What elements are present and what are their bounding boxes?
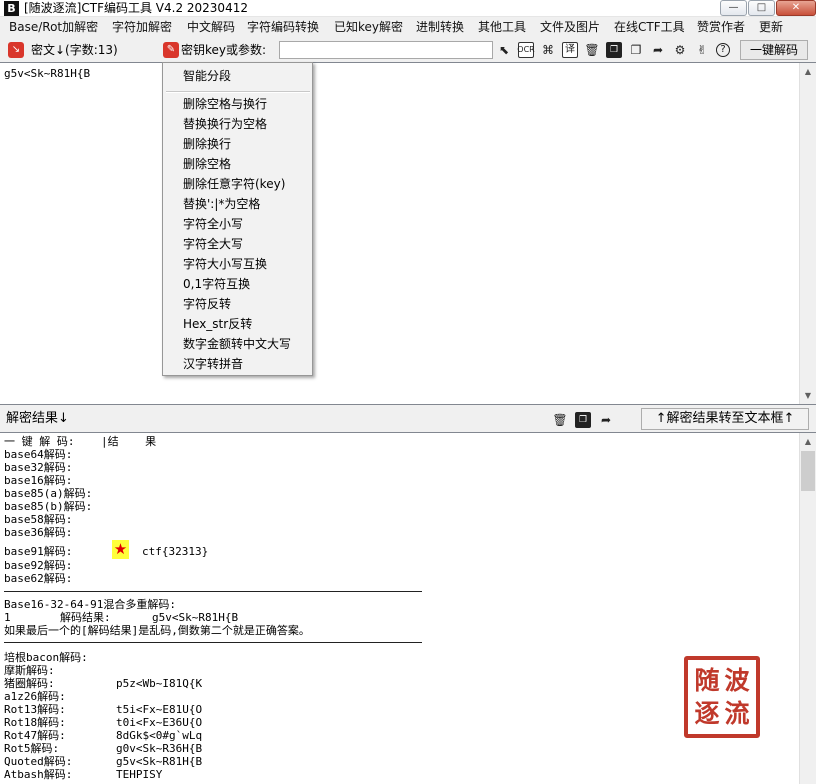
menu-base-rot[interactable]: Base/Rot加解密 — [9, 20, 98, 34]
menu-other-tools[interactable]: 其他工具 — [478, 20, 526, 34]
copy-dark-icon[interactable]: ❐ — [606, 42, 622, 58]
result-line: base62解码: — [4, 572, 73, 585]
toolbar: ↘ 密文↓(字数:13) ✎ 密钥key或参数: ⬉ OCR ⌘ 译 🗑 ❐ ❐… — [0, 38, 816, 62]
result-line: 摩斯解码: — [4, 664, 55, 677]
star-marker-icon: ★ — [112, 540, 129, 559]
share-icon[interactable]: ➦ — [650, 42, 666, 58]
result-line: Rot5解码: g0v<Sk~R36H{B — [4, 742, 203, 755]
ctx-smart-segment[interactable]: 智能分段 — [183, 69, 231, 83]
menu-encoding-convert[interactable]: 字符编码转换 — [247, 20, 319, 34]
result-scrollbar[interactable]: ▲ — [799, 433, 816, 784]
author-seal-stamp: 随 波 逐 流 — [684, 656, 760, 738]
copy-icon[interactable]: ❐ — [628, 42, 644, 58]
cipher-text: g5v<Sk~R81H{B — [4, 67, 91, 80]
close-button[interactable]: ✕ — [776, 0, 816, 16]
cursor-select-icon[interactable]: ⬉ — [496, 42, 512, 58]
ctx-remove-space[interactable]: 删除空格 — [183, 157, 231, 171]
ctx-lowercase[interactable]: 字符全小写 — [183, 217, 243, 231]
scroll-up-icon[interactable]: ▲ — [800, 433, 816, 450]
result-line-highlight: base91解码: ctf{32313} — [4, 545, 209, 558]
mixed-decode-note: 如果最后一个的[解码结果]是乱码,倒数第二个就是正确答案。 — [4, 624, 310, 637]
ctx-uppercase[interactable]: 字符全大写 — [183, 237, 243, 251]
app-window: B [随波逐流]CTF编码工具 V4.2 20230412 — □ ✕ Base… — [0, 0, 816, 784]
title-bar: B [随波逐流]CTF编码工具 V4.2 20230412 — □ ✕ — [0, 0, 816, 17]
menu-files-images[interactable]: 文件及图片 — [540, 20, 600, 34]
result-line: Rot18解码: t0i<Fx~E36U{O — [4, 716, 203, 729]
load-cipher-icon[interactable]: ↘ — [8, 42, 24, 58]
scroll-up-icon[interactable]: ▲ — [800, 63, 816, 80]
ocr-icon[interactable]: OCR — [517, 42, 535, 58]
ctx-remove-newline[interactable]: 删除换行 — [183, 137, 231, 151]
key-label: 密钥key或参数: — [181, 43, 267, 57]
minimize-button[interactable]: — — [720, 0, 747, 16]
result-line: 培根bacon解码: — [4, 651, 88, 664]
trash-icon[interactable]: 🗑 — [584, 42, 600, 58]
result-divider — [4, 642, 422, 643]
key-input[interactable] — [279, 41, 493, 59]
mixed-decode-title: Base16-32-64-91混合多重解码: — [4, 598, 176, 611]
result-line: base58解码: — [4, 513, 73, 526]
scroll-thumb[interactable] — [801, 451, 815, 491]
result-line: base92解码: — [4, 559, 73, 572]
result-line: Rot13解码: t5i<Fx~E81U{O — [4, 703, 203, 716]
result-line: base85(b)解码: — [4, 500, 93, 513]
result-line: base85(a)解码: — [4, 487, 93, 500]
result-line: base32解码: — [4, 461, 73, 474]
thumbs-up-icon[interactable]: ✌ — [694, 42, 710, 58]
ctx-replace-symbols[interactable]: 替换':|*为空格 — [183, 197, 260, 211]
menu-radix-convert[interactable]: 进制转换 — [416, 20, 464, 34]
mixed-decode-result: 1 解码结果: g5v<Sk~R81H{B — [4, 611, 239, 624]
settings-icon[interactable]: ⚙ — [672, 42, 688, 58]
menu-online-ctf[interactable]: 在线CTF工具 — [614, 20, 685, 34]
result-line: base64解码: — [4, 448, 73, 461]
cipher-scrollbar[interactable]: ▲ ▼ — [799, 63, 816, 404]
menu-bar: Base/Rot加解密 字符加解密 中文解码 字符编码转换 已知key解密 进制… — [0, 17, 816, 37]
ctx-swap-01[interactable]: 0,1字符互换 — [183, 277, 250, 291]
crop-icon[interactable]: ⌘ — [540, 42, 556, 58]
menu-donate[interactable]: 赞赏作者 — [697, 20, 745, 34]
result-header: 解密结果↓ 🗑 ❐ ➦ ↑解密结果转至文本框↑ — [0, 406, 816, 432]
result-share-icon[interactable]: ➦ — [598, 412, 614, 428]
result-line: base36解码: — [4, 526, 73, 539]
menu-known-key[interactable]: 已知key解密 — [334, 20, 403, 34]
result-header-line: 一 键 解 码: |结 果 — [4, 435, 157, 448]
result-line: a1z26解码: — [4, 690, 66, 703]
menu-update[interactable]: 更新 — [759, 20, 783, 34]
result-to-textbox-button[interactable]: ↑解密结果转至文本框↑ — [641, 408, 809, 430]
result-divider — [4, 591, 422, 592]
app-icon: B — [4, 1, 19, 16]
result-line: 猪圈解码: p5z<Wb~I81Q{K — [4, 677, 203, 690]
result-line: base16解码: — [4, 474, 73, 487]
ctx-hex-reverse[interactable]: Hex_str反转 — [183, 317, 252, 331]
result-copy-icon[interactable]: ❐ — [575, 412, 591, 428]
ctx-reverse[interactable]: 字符反转 — [183, 297, 231, 311]
translate-icon[interactable]: 译 — [562, 42, 578, 58]
result-line: Rot47解码: 8dGk$<0#g`wLq — [4, 729, 203, 742]
cipher-textarea[interactable]: g5v<Sk~R81H{B ▲ ▼ — [0, 62, 816, 405]
scroll-down-icon[interactable]: ▼ — [800, 387, 816, 404]
context-menu: 智能分段 删除空格与换行 替换换行为空格 删除换行 删除空格 删除任意字符(ke… — [162, 62, 313, 376]
cipher-label: 密文↓(字数:13) — [31, 43, 118, 57]
ctx-swap-case[interactable]: 字符大小写互换 — [183, 257, 267, 271]
result-trash-icon[interactable]: 🗑 — [552, 412, 568, 428]
one-click-decode-button[interactable]: 一键解码 — [740, 40, 808, 60]
maximize-button[interactable]: □ — [748, 0, 775, 16]
ctx-separator — [166, 91, 310, 93]
ctx-amount-chinese[interactable]: 数字金额转中文大写 — [183, 337, 291, 351]
ctx-remove-space-newline[interactable]: 删除空格与换行 — [183, 97, 267, 111]
ctx-remove-key-char[interactable]: 删除任意字符(key) — [183, 177, 285, 191]
result-label: 解密结果↓ — [6, 411, 69, 426]
ctx-hanzi-pinyin[interactable]: 汉字转拼音 — [183, 357, 243, 371]
result-line: Quoted解码: g5v<Sk~R81H{B — [4, 755, 203, 768]
edit-key-icon[interactable]: ✎ — [163, 42, 179, 58]
menu-chinese-decode[interactable]: 中文解码 — [187, 20, 235, 34]
result-textarea[interactable]: 一 键 解 码: |结 果 base64解码: base32解码: base16… — [0, 432, 816, 784]
window-title: [随波逐流]CTF编码工具 V4.2 20230412 — [24, 1, 248, 15]
help-icon[interactable]: ? — [716, 43, 730, 57]
result-line: Atbash解码: TEHPISY — [4, 768, 163, 781]
ctx-newline-to-space[interactable]: 替换换行为空格 — [183, 117, 267, 131]
menu-char-crypto[interactable]: 字符加解密 — [112, 20, 172, 34]
